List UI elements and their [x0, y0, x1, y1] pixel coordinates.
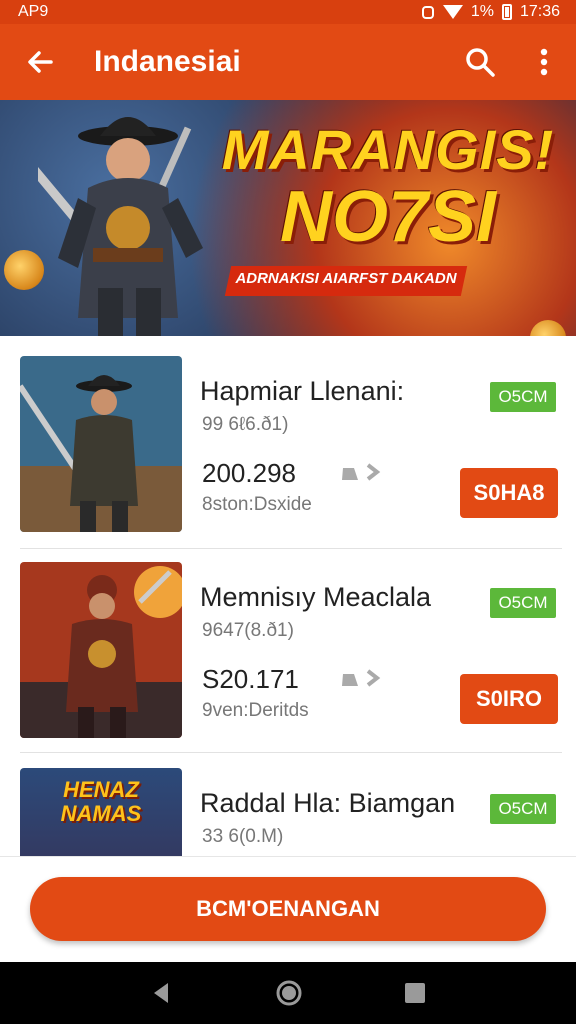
item-title: Memnisıy Meaclala: [200, 582, 432, 612]
item-meta: 9ven:Deritds: [202, 700, 309, 721]
status-badge: O5CM: [490, 382, 556, 412]
system-nav-bar: [0, 962, 576, 1024]
coin-decoration: [530, 320, 566, 336]
product-list: Hapmiar Llenani: 99 6ℓ6.ð1) 200.298 8sto…: [0, 336, 576, 856]
item-meta: 8ston:Dsxide: [202, 494, 312, 515]
list-item[interactable]: Memnisıy Meaclala 9647(8.ð1) S20.171 9ve…: [0, 542, 576, 746]
battery-percent: 1%: [470, 3, 494, 20]
search-icon: [466, 48, 495, 77]
banner-headline: MARANGIS! NO7SI: [221, 118, 555, 257]
more-options-button[interactable]: [512, 24, 576, 100]
nav-back-icon[interactable]: [150, 981, 174, 1005]
back-button[interactable]: [0, 24, 80, 100]
item-price: S20.171: [202, 664, 299, 694]
search-button[interactable]: [448, 24, 512, 100]
nav-recents-icon[interactable]: [404, 982, 426, 1004]
primary-cta-button[interactable]: BCM'OENANGAN: [30, 877, 546, 941]
coin-decoration: [4, 250, 44, 290]
thumbnail-caption: HENAZ NAMAS: [60, 777, 142, 826]
page-title: Indanesiai: [94, 45, 241, 78]
status-badge: O5CM: [490, 794, 556, 824]
item-thumbnail: [20, 356, 182, 532]
status-bar: AP9 1% 17:36: [0, 0, 576, 24]
item-subtitle: 33 6(0.M): [202, 826, 284, 847]
list-item[interactable]: Hapmiar Llenani: 99 6ℓ6.ð1) 200.298 8sto…: [0, 336, 576, 540]
banner-ribbon-text: ADRNAKISI AIARFST DAKADN: [235, 270, 457, 287]
clock: 17:36: [519, 3, 560, 20]
item-title: Raddal Hla: Biamgan: [200, 788, 456, 818]
status-badge: O5CM: [490, 588, 556, 618]
game-controller-icon: [342, 674, 358, 686]
game-controller-icon: [342, 468, 358, 480]
more-vert-icon: [540, 48, 548, 76]
battery-icon: [501, 4, 512, 20]
item-subtitle: 99 6ℓ6.ð1): [202, 414, 289, 435]
item-subtitle: 9647(8.ð1): [202, 620, 294, 641]
buy-button[interactable]: S0HA8: [460, 468, 558, 518]
nav-home-icon[interactable]: [275, 979, 303, 1007]
promo-banner[interactable]: MARANGIS! NO7SI: [0, 100, 576, 336]
bottom-action-bar: BCM'OENANGAN: [0, 856, 576, 962]
item-thumbnail: [20, 562, 182, 738]
chevron-right-icon: [366, 669, 381, 687]
item-status-icons: [340, 462, 382, 482]
chevron-right-icon: [366, 463, 381, 481]
item-thumbnail: HENAZ NAMAS: [20, 768, 182, 856]
app-bar: Indanesiai: [0, 24, 576, 100]
alarm-icon: [421, 6, 434, 19]
list-item[interactable]: HENAZ NAMAS Raddal Hla: Biamgan 33 6(0.M…: [0, 748, 576, 856]
buy-button[interactable]: S0IRO: [460, 674, 558, 724]
item-price: 200.298: [202, 458, 296, 488]
item-status-icons: [340, 668, 382, 688]
wifi-icon: [442, 5, 463, 19]
carrier-label: AP9: [18, 3, 49, 20]
status-indicators: 1% 17:36: [421, 3, 560, 21]
item-title: Hapmiar Llenani:: [200, 376, 405, 406]
hero-character-illustration: [38, 117, 203, 336]
back-arrow-icon: [28, 51, 53, 73]
